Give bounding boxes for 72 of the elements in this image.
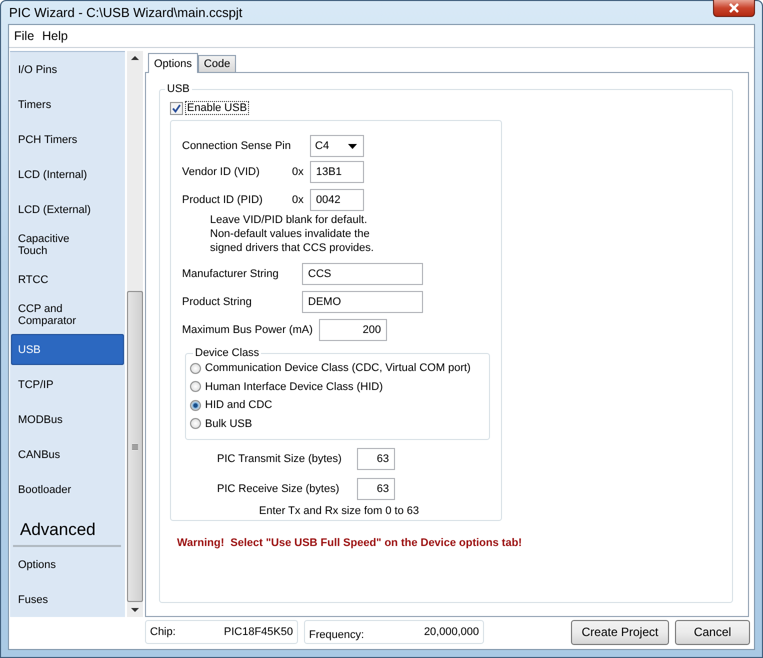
sidebar-item[interactable]: TCP/IP — [11, 367, 124, 402]
radio-label: Bulk USB — [205, 418, 252, 430]
sidebar-item[interactable]: LCD (External) — [11, 192, 124, 227]
dropdown[interactable]: C4 — [310, 135, 364, 157]
sidebar-item[interactable]: CCP and Comparator — [11, 297, 124, 332]
field-label: Maximum Bus Power (mA) — [182, 324, 314, 336]
radio-option[interactable]: Communication Device Class (CDC, Virtual COM port) — [190, 359, 485, 378]
grip-icon — [131, 442, 139, 450]
input-field[interactable]: 63 — [357, 448, 395, 470]
radio-option[interactable]: Bulk USB — [190, 414, 485, 433]
dialog-button[interactable]: Create Project — [571, 620, 669, 644]
radio-button[interactable] — [190, 400, 201, 411]
sidebar-item[interactable]: Fuses — [11, 582, 124, 617]
sidebar-item[interactable]: I/O Pins — [11, 52, 124, 87]
status-label: Chip: — [150, 626, 176, 638]
input-field[interactable]: CCS — [302, 263, 423, 285]
section-heading: Advanced — [13, 507, 121, 547]
field-label: PIC Transmit Size (bytes) — [217, 453, 343, 465]
tab[interactable]: Code — [198, 55, 236, 72]
input-field[interactable]: 200 — [319, 319, 387, 341]
field-label: Manufacturer String — [182, 268, 280, 280]
status-value: 20,000,000 — [424, 626, 479, 638]
input-field[interactable]: 13B1 — [310, 161, 364, 183]
scrollbar[interactable] — [127, 51, 143, 617]
field-label: Connection Sense Pin — [182, 140, 292, 152]
tab[interactable]: Options — [148, 53, 198, 73]
menu-item[interactable]: Help — [42, 29, 68, 43]
radio-label: Human Interface Device Class (HID) — [205, 380, 383, 393]
radio-label: Communication Device Class (CDC, Virtual COM port) — [205, 362, 471, 374]
field-label: PIC Receive Size (bytes) — [217, 483, 340, 495]
menu-item[interactable]: File — [14, 29, 34, 43]
checkbox-label: Enable USB — [185, 101, 249, 115]
dialog-button[interactable]: Cancel — [675, 620, 750, 644]
sidebar-item[interactable]: Options — [11, 547, 124, 582]
field-label: Product ID (PID) — [182, 194, 264, 206]
sidebar-item[interactable]: CANBus — [11, 437, 124, 472]
status-label: Frequency: — [309, 628, 364, 640]
sidebar-item[interactable]: USB — [11, 334, 124, 365]
group-title: USB — [166, 83, 191, 95]
sidebar-item[interactable]: MODBus — [11, 402, 124, 437]
close-icon — [728, 2, 740, 12]
field-label: Product String — [182, 296, 253, 308]
warning-text: Warning! Select "Use USB Full Speed" on the Device options tab! — [177, 537, 523, 549]
window-title: PIC Wizard - C:\USB Wizard\main.ccspjt — [9, 5, 242, 20]
radio-option[interactable]: Human Interface Device Class (HID) — [190, 378, 485, 396]
check-icon — [171, 102, 182, 114]
help-text: Leave VID/PID blank for default. Non-default values invalidate the signed drivers that CCS provides. — [210, 213, 375, 255]
sidebar-item[interactable]: Capacitive Touch — [11, 227, 124, 262]
sidebar-item[interactable]: Timers — [11, 87, 124, 122]
scroll-thumb[interactable] — [127, 291, 143, 602]
help-text: Enter Tx and Rx size fom 0 to 63 — [259, 505, 420, 517]
radio-label: HID and CDC — [205, 399, 272, 412]
sidebar-item[interactable]: RTCC — [11, 262, 124, 297]
field-label: Vendor ID (VID) — [182, 166, 261, 178]
radio-option[interactable]: HID and CDC — [190, 396, 485, 414]
checkbox[interactable] — [170, 102, 183, 114]
close-button[interactable] — [713, 0, 755, 16]
enable-checkbox[interactable]: Enable USB — [170, 101, 722, 115]
input-field[interactable]: 63 — [357, 478, 395, 500]
sidebar-item[interactable]: LCD (Internal) — [11, 157, 124, 192]
hex-prefix: 0x — [292, 166, 305, 178]
radio-button[interactable] — [190, 418, 201, 430]
sidebar-item[interactable]: Bootloader — [11, 472, 124, 507]
caret-icon — [348, 144, 357, 148]
sidebar-item[interactable]: PCH Timers — [11, 122, 124, 157]
hex-prefix: 0x — [292, 194, 305, 206]
input-field[interactable]: DEMO — [302, 291, 423, 313]
radio-button[interactable] — [190, 381, 201, 392]
status-value: PIC18F45K50 — [224, 626, 293, 638]
group-title: Device Class — [194, 347, 260, 359]
radio-button[interactable] — [190, 362, 201, 374]
input-field[interactable]: 0042 — [310, 189, 364, 211]
